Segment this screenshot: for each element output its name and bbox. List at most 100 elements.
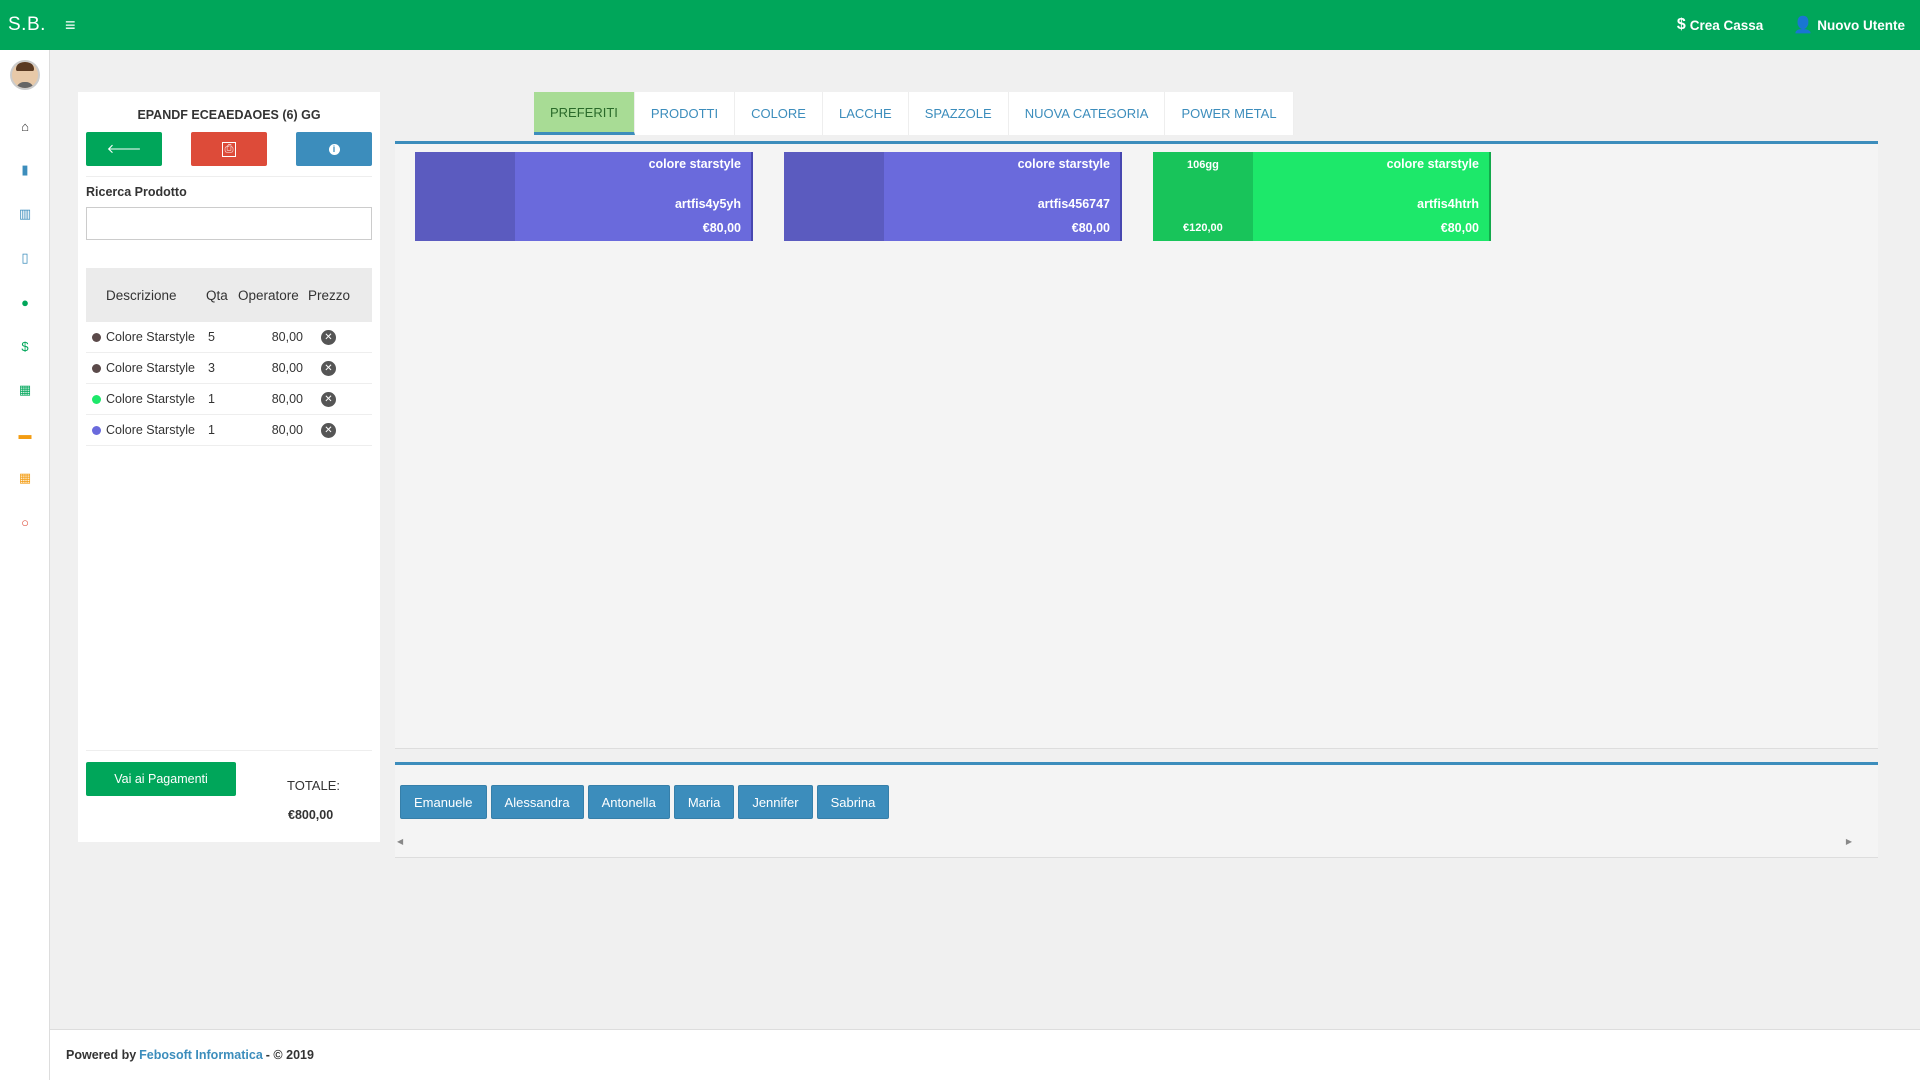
sidebar: ⌂ ▮ ▥ ▯ ● $ ▦ ▬ ▦ ○ [0,50,50,1080]
row-prezzo: 80,00 [271,330,303,344]
top-actions: $ Crea Cassa 👤 Nuovo Utente [1677,15,1920,35]
card-duration: 106gg [1187,159,1219,171]
info-button[interactable]: i [296,132,372,166]
category-tabs: PREFERITI PRODOTTI COLORE LACCHE SPAZZOLE NUO… [534,92,1294,135]
sidebar-icons: ⌂ ▮ ▥ ▯ ● $ ▦ ▬ ▦ ○ [0,104,49,544]
nuovo-utente-link[interactable]: 👤 Nuovo Utente [1793,15,1905,35]
card-edge [1120,152,1122,241]
cart-rows: Colore Starstyle 5 80,00 ✕ Colore Starstyle 3… [78,322,380,446]
back-button[interactable]: 🡐 [86,132,162,166]
col-descrizione: Descrizione [106,287,177,303]
calculator-icon[interactable]: ▦ [0,456,50,500]
tab-preferiti[interactable]: PREFERITI [534,92,635,135]
row-descrizione: Colore Starstyle [106,330,195,344]
color-dot [92,332,101,342]
product-grid: colore starstyle artfis4y5yh €80,00 colore … [395,141,1878,749]
dollar-icon: $ [1676,16,1686,33]
power-icon[interactable]: ○ [0,500,50,544]
footer-powered-by: Powered by [66,1048,137,1062]
product-card[interactable]: colore starstyle artfis456747 €80,00 [784,152,1122,241]
totale-value: €800,00 [288,808,334,822]
remove-item-icon[interactable]: ✕ [321,422,336,438]
cart-row: Colore Starstyle 5 80,00 ✕ [86,322,372,353]
row-prezzo: 80,00 [271,392,303,406]
customer-title: EPANDF ECEAEDAOES (6) GG [137,108,321,122]
tab-prodotti[interactable]: PRODOTTI [635,92,736,135]
pdf-file-icon: ⎙ [221,141,237,157]
card-left-panel [415,152,515,241]
scroll-left-icon[interactable]: ◀ [397,837,403,846]
card-edge [751,152,753,241]
calendar-icon[interactable]: ▦ [0,368,50,412]
row-qta: 1 [208,392,215,406]
user-icon[interactable]: ● [0,280,50,324]
totale-label: TOTALE: [287,778,340,793]
operator-button-alessandra[interactable]: Alessandra [490,785,584,819]
remove-item-icon[interactable]: ✕ [321,329,336,345]
operator-buttons: Emanuele Alessandra Antonella Maria Jennifer… [400,785,890,819]
operators-panel: Emanuele Alessandra Antonella Maria Jennifer… [395,762,1878,858]
product-search-input[interactable] [86,207,372,240]
tab-lacche[interactable]: LACCHE [823,92,909,135]
operator-button-emanuele[interactable]: Emanuele [400,785,487,819]
footer-company-link[interactable]: Febosoft Informatica [139,1048,263,1062]
truck-icon[interactable]: ▬ [0,412,50,456]
card-price: €80,00 [702,221,741,235]
col-prezzo: Prezzo [308,287,351,303]
color-dot [92,363,101,373]
operator-button-maria[interactable]: Maria [673,785,735,819]
add-user-icon: 👤 [1793,17,1814,34]
card-name: colore starstyle [648,157,741,171]
arrow-left-icon: 🡐 [106,141,142,156]
crea-cassa-label: Crea Cassa [1689,17,1764,33]
top-navbar: S.B. ≡ $ Crea Cassa 👤 Nuovo Utente [0,0,1920,50]
tab-colore[interactable]: COLORE [735,92,823,135]
hamburger-menu-icon[interactable]: ≡ [65,15,76,36]
tab-nuova-categoria[interactable]: NUOVA CATEGORIA [1009,92,1166,135]
divider [86,176,372,177]
card-alt-price: €120,00 [1183,222,1223,234]
cart-row: Colore Starstyle 1 80,00 ✕ [86,384,372,415]
remove-item-icon[interactable]: ✕ [321,360,336,376]
card-left-panel [784,152,884,241]
info-icon: i [328,143,340,155]
col-qta: Qta [206,287,228,303]
row-qta: 1 [208,423,215,437]
color-dot [92,425,101,435]
row-descrizione: Colore Starstyle [106,392,195,406]
horizontal-scrollbar[interactable]: ◀ ▶ [395,837,1878,851]
product-card[interactable]: 106gg €120,00 colore starstyle artfis4htrh €… [1153,152,1491,241]
receipt-icon[interactable]: ▯ [0,236,50,280]
brand-logo[interactable]: S.B. [0,14,52,36]
tab-power-metal[interactable]: POWER METAL [1165,92,1294,135]
product-card[interactable]: colore starstyle artfis4y5yh €80,00 [415,152,753,241]
crea-cassa-link[interactable]: $ Crea Cassa [1677,16,1763,34]
remove-item-icon[interactable]: ✕ [321,391,336,407]
dollar-icon[interactable]: $ [0,324,50,368]
pdf-button[interactable]: ⎙ [191,132,267,166]
search-label: Ricerca Prodotto [86,185,187,199]
row-prezzo: 80,00 [271,361,303,375]
footer: Powered by Febosoft Informatica - © 2019 [50,1029,1920,1080]
pay-button[interactable]: Vai ai Pagamenti [86,762,236,796]
barcode-icon[interactable]: ▥ [0,192,50,236]
card-code: artfis456747 [1037,197,1110,211]
tab-spazzole[interactable]: SPAZZOLE [909,92,1009,135]
color-dot [92,394,101,404]
card-edge [1489,152,1491,241]
operator-button-antonella[interactable]: Antonella [587,785,670,819]
row-descrizione: Colore Starstyle [106,423,195,437]
home-icon[interactable]: ⌂ [0,104,50,148]
scroll-right-icon[interactable]: ▶ [1846,837,1852,846]
footer-copyright: - © 2019 [265,1048,314,1062]
avatar[interactable] [9,60,40,90]
operator-button-sabrina[interactable]: Sabrina [816,785,890,819]
book-icon[interactable]: ▮ [0,148,50,192]
card-code: artfis4y5yh [674,197,741,211]
row-qta: 5 [208,330,215,344]
card-name: colore starstyle [1386,157,1479,171]
card-name: colore starstyle [1017,157,1110,171]
divider [86,750,372,751]
card-price: €80,00 [1440,221,1479,235]
operator-button-jennifer[interactable]: Jennifer [738,785,813,819]
